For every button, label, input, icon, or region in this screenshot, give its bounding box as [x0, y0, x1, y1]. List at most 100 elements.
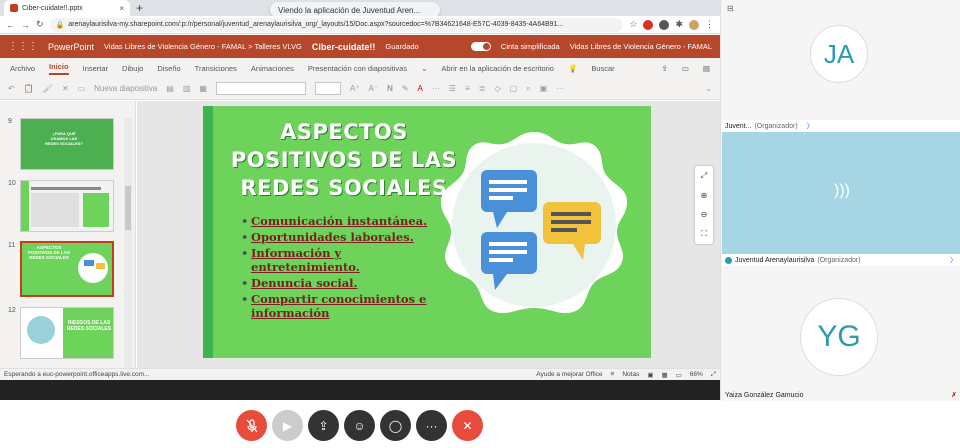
slide-title[interactable]: ASPECTOS POSITIVOS DE LAS REDES SOCIALES: [223, 118, 465, 202]
new-slide-icon[interactable]: ▭: [78, 84, 86, 93]
grow-font-icon[interactable]: A⁺: [350, 84, 360, 93]
tab-diseno[interactable]: Diseño: [157, 64, 180, 73]
mic-off-button[interactable]: [236, 410, 267, 441]
shrink-font-icon[interactable]: A⁻: [369, 84, 379, 93]
menu-dots-icon[interactable]: ⋮: [705, 19, 714, 30]
new-slide-button[interactable]: Nueva diapositiva: [94, 84, 157, 93]
back-icon[interactable]: ←: [6, 20, 15, 30]
bullets-icon[interactable]: ☰: [449, 84, 456, 93]
tab-animaciones[interactable]: Animaciones: [251, 64, 294, 73]
open-desktop-button[interactable]: Abrir en la aplicación de escritorio: [441, 64, 554, 73]
tab-dibujo[interactable]: Dibujo: [122, 64, 143, 73]
layout-icon[interactable]: ▤: [166, 84, 174, 93]
zoom-in-icon[interactable]: ⊕: [701, 191, 708, 200]
search-tab[interactable]: Buscar: [591, 64, 614, 73]
undo-icon[interactable]: ↶: [8, 84, 15, 93]
thumbnail-scrollbar[interactable]: [124, 118, 132, 368]
more-icon[interactable]: ···: [432, 84, 440, 93]
thumbnail-slide-10[interactable]: [20, 180, 114, 232]
forward-icon[interactable]: →: [21, 20, 30, 30]
arrange-icon[interactable]: ▢: [510, 84, 518, 93]
zoom-out-icon[interactable]: ⊖: [701, 210, 708, 219]
more-options-icon[interactable]: ···: [556, 84, 564, 93]
share-icon[interactable]: ⇪: [662, 64, 668, 73]
ribbon-toolbar: ↶ 📋 🖌 ✕ ▭ Nueva diapositiva ▤ ▥ ▦ A⁺ A⁻ …: [0, 78, 720, 100]
thumbnail-label: ¿PARA QUÉ USAMOS LAS REDES SOCIALES?: [45, 131, 83, 146]
thumbnail-slide-11[interactable]: ASPECTOS POSITIVOS DE LAS REDES SOCIALES: [20, 241, 114, 297]
participants-button[interactable]: ☺: [344, 410, 375, 441]
tab-transiciones[interactable]: Transiciones: [195, 64, 237, 73]
notes-button[interactable]: Notas: [622, 371, 639, 378]
ribbon-tabs: Archivo Inicio Insertar Dibujo Diseño Tr…: [0, 58, 720, 78]
highlight-icon[interactable]: ✎: [402, 84, 409, 93]
font-family-select[interactable]: [215, 82, 306, 95]
chevron-down-icon[interactable]: ⌄: [421, 64, 427, 73]
format-painter-icon[interactable]: 🖌: [43, 84, 53, 93]
browser-tab[interactable]: Ciber-cuidate!!.pptx ×: [4, 0, 130, 16]
chevron-right-icon[interactable]: 〉: [807, 121, 814, 131]
sorter-view-icon[interactable]: ▦: [661, 371, 667, 379]
tab-archivo[interactable]: Archivo: [10, 64, 35, 73]
thumbnail-number: 9: [8, 118, 12, 125]
paste-icon[interactable]: 📋: [24, 84, 34, 93]
slide-bullet-list[interactable]: Comunicación instantánea. Oportunidades …: [241, 214, 441, 322]
hang-up-button[interactable]: ✕: [452, 410, 483, 441]
tab-presentacion[interactable]: Presentación con diapositivas: [308, 64, 407, 73]
bold-icon[interactable]: N: [387, 84, 393, 93]
panel-menu-icon[interactable]: ⊟: [727, 4, 734, 13]
normal-view-icon[interactable]: ▣: [647, 371, 653, 379]
fullscreen-icon[interactable]: ⛶: [701, 229, 707, 239]
notes-icon[interactable]: ≡: [611, 371, 615, 378]
designer-icon[interactable]: ▣: [540, 84, 548, 93]
app-launcher-icon[interactable]: ⋮⋮⋮: [8, 41, 38, 52]
thumbnail-slide-9[interactable]: ¿PARA QUÉ USAMOS LAS REDES SOCIALES?: [20, 118, 114, 170]
slide-thumbnail-pane: 9 ¿PARA QUÉ USAMOS LAS REDES SOCIALES? 1…: [0, 101, 136, 368]
bullet-item: Comunicación instantánea.: [241, 214, 441, 228]
app-name[interactable]: PowerPoint: [48, 42, 94, 52]
thumbnail-slide-12[interactable]: RIESGOS DE LAS REDES SOCIALES: [20, 307, 114, 359]
document-title[interactable]: Ciber-cuidate!!: [312, 42, 376, 52]
thumbnail-number: 12: [8, 307, 16, 314]
url-input[interactable]: 🔒 arenaylaurisilva-my.sharepoint.com/:p:…: [49, 17, 624, 32]
zoom-level[interactable]: 66%: [690, 371, 703, 378]
puzzle-icon[interactable]: ✱: [675, 19, 683, 30]
chevron-right-icon[interactable]: 〉: [950, 255, 957, 265]
tab-close-icon[interactable]: ×: [119, 4, 124, 13]
slide-icon[interactable]: ▥: [183, 84, 191, 93]
fit-slide-icon[interactable]: ⤢: [711, 371, 716, 379]
fit-icon[interactable]: ⤢: [701, 171, 707, 181]
font-size-select[interactable]: [314, 82, 341, 95]
thumbnail-scrollbar-thumb[interactable]: [125, 186, 131, 230]
profile-avatar[interactable]: [689, 19, 699, 30]
shapes-icon[interactable]: ◇: [494, 84, 500, 93]
reading-view-icon[interactable]: ▭: [676, 371, 682, 379]
presenter-icon: [725, 256, 732, 264]
align-icon[interactable]: ≣: [479, 84, 486, 93]
section-icon[interactable]: ▦: [199, 84, 207, 93]
tab-inicio[interactable]: Inicio: [49, 62, 69, 75]
camera-icon: ▶: [282, 418, 293, 433]
font-color-icon[interactable]: A: [418, 84, 423, 93]
share-screen-button[interactable]: ⇪: [308, 410, 339, 441]
taskbar-strip: [0, 380, 720, 400]
chevron-down-icon[interactable]: ⌄: [705, 84, 712, 93]
camera-button[interactable]: ▶: [272, 410, 303, 441]
help-improve-link[interactable]: Ayude a mejorar Office: [536, 371, 602, 378]
present-icon[interactable]: ▤: [703, 64, 710, 73]
more-actions-button[interactable]: ···: [416, 410, 447, 441]
comment-icon[interactable]: ▭: [682, 64, 689, 73]
chat-bubbles-illustration: [441, 132, 627, 314]
reload-icon[interactable]: ↻: [36, 19, 44, 30]
breadcrumb[interactable]: Vidas Libres de Violencia Género - FAMAL…: [104, 42, 302, 51]
slide[interactable]: ASPECTOS POSITIVOS DE LAS REDES SOCIALES…: [203, 106, 651, 358]
delete-icon[interactable]: ✕: [62, 84, 69, 93]
tab-insertar[interactable]: Insertar: [83, 64, 108, 73]
star-icon[interactable]: ☆: [629, 19, 637, 30]
extension-icon[interactable]: [643, 19, 654, 30]
extension-icon[interactable]: [659, 19, 670, 30]
find-icon[interactable]: ⌕: [526, 84, 530, 94]
numbering-icon[interactable]: ≡: [465, 84, 470, 93]
simplified-ribbon-toggle[interactable]: [470, 42, 491, 51]
chat-button[interactable]: ◯: [380, 410, 411, 441]
new-tab-button[interactable]: +: [136, 1, 143, 15]
